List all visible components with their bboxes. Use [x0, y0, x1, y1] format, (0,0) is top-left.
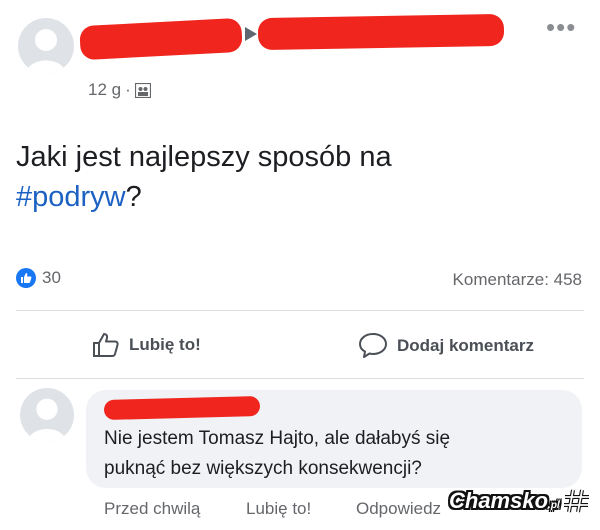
reactions-summary[interactable]: 30: [16, 268, 61, 288]
redacted-author-name: [79, 17, 243, 61]
meta-separator: ·: [125, 80, 131, 99]
comment-reply-link[interactable]: Odpowiedz: [356, 499, 456, 519]
arrow-right-icon: [245, 27, 257, 41]
divider-top: [16, 310, 584, 311]
commenter-avatar[interactable]: [20, 388, 74, 442]
comments-count[interactable]: Komentarze: 458: [453, 270, 582, 290]
divider-bottom: [16, 378, 584, 379]
watermark-brand: Chamsko: [449, 488, 549, 513]
post-time[interactable]: 12 g: [88, 80, 121, 100]
post-text-line1: Jaki jest najlepszy sposób na: [16, 141, 392, 173]
author-avatar[interactable]: [18, 18, 74, 74]
comment-icon: [359, 333, 387, 358]
like-button[interactable]: Lubię to!: [92, 332, 201, 358]
post-text-line2: #podryw?: [16, 177, 576, 217]
thumbs-up-icon: [93, 333, 119, 357]
comment-button-label: Dodaj komentarz: [397, 335, 534, 355]
like-button-label: Lubię to!: [129, 335, 201, 354]
watermark-logo: Chamsko .pl: [449, 488, 591, 514]
hashtag-link[interactable]: #podryw: [16, 181, 126, 213]
comment-button[interactable]: Dodaj komentarz: [358, 332, 534, 359]
watermark-suffix: .pl: [548, 500, 560, 511]
comment-text-line1: Nie jestem Tomasz Hajto, ale dałabyś się: [104, 428, 451, 449]
post-text-end: ?: [125, 181, 142, 213]
comment-text: Nie jestem Tomasz Hajto, ale dałabyś się…: [104, 424, 574, 484]
friends-icon: [134, 82, 151, 98]
post-meta: 12 g ·: [88, 80, 151, 100]
comment-time: Przed chwilą: [104, 499, 201, 518]
like-reaction-icon: [16, 268, 36, 288]
like-count: 30: [42, 268, 61, 287]
redacted-group-name: [257, 13, 505, 51]
redacted-commenter-name: [103, 395, 261, 421]
hash-grid-icon: [563, 489, 589, 513]
comment-text-line2: puknąć bez większych konsekwencji?: [104, 458, 422, 479]
comment-like-link[interactable]: Lubię to!: [246, 499, 311, 519]
post-text: Jaki jest najlepszy sposób na #podryw?: [16, 137, 576, 217]
more-options-icon[interactable]: •••: [546, 12, 576, 43]
